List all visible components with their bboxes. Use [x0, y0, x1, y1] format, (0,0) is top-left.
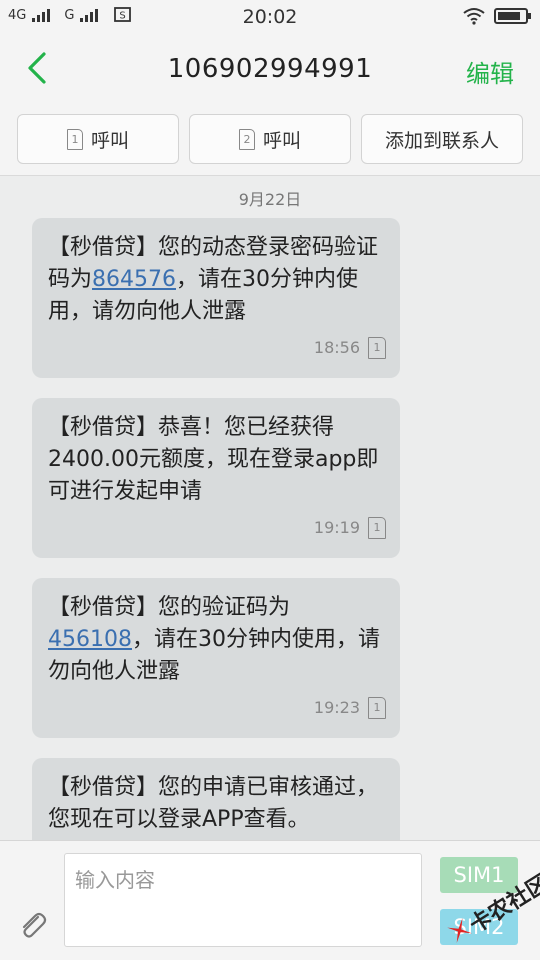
verification-code-link[interactable]: 456108 [48, 627, 132, 652]
message-bubble[interactable]: 【秒借贷】您的动态登录密码验证码为864576，请在30分钟内使用，请勿向他人泄… [32, 218, 400, 378]
message-text: 【秒借贷】您的验证码为456108，请在30分钟内使用，请勿向他人泄露 [48, 592, 386, 688]
message-bubble[interactable]: 【秒借贷】您的申请已审核通过，您现在可以登录APP查看。 [32, 758, 400, 840]
call-label: 呼叫 [262, 129, 301, 152]
sim1-icon: 1 [368, 697, 386, 719]
message-time: 18:56 [313, 338, 360, 357]
status-right [462, 7, 531, 25]
sim2-icon: 2 [238, 128, 255, 150]
message-meta: 19:19 1 [314, 512, 386, 544]
conversation-header: 106902994991 编辑 [0, 34, 540, 104]
add-to-contacts-button[interactable]: 添加到联系人 [361, 114, 523, 164]
message-time: 19:23 [313, 698, 360, 717]
message-meta: 19:23 1 [314, 692, 386, 724]
action-bar: 1 呼叫 2 呼叫 添加到联系人 [0, 104, 540, 176]
call-sim1-button[interactable]: 1 呼叫 [17, 114, 179, 164]
message-meta: 18:56 1 [314, 332, 386, 364]
add-contact-label: 添加到联系人 [384, 129, 499, 152]
message-bubble[interactable]: 【秒借贷】您的验证码为456108，请在30分钟内使用，请勿向他人泄露 19:2… [32, 578, 400, 738]
wifi-icon [463, 8, 485, 25]
sim1-icon: 1 [368, 517, 386, 539]
date-separator: 9月22日 [238, 190, 302, 209]
message-input[interactable]: 输入内容 [64, 853, 422, 947]
message-time: 19:19 [313, 518, 360, 537]
clock: 20:02 [242, 6, 298, 28]
message-bubble[interactable]: 【秒借贷】恭喜！您已经获得2400.00元额度，现在登录app即可进行发起申请 … [32, 398, 400, 558]
battery-icon [494, 8, 531, 24]
call-label: 呼叫 [90, 129, 129, 152]
call-sim2-button[interactable]: 2 呼叫 [189, 114, 351, 164]
paperclip-icon[interactable] [16, 909, 50, 943]
sim1-icon: 1 [66, 128, 83, 150]
sim1-icon: 1 [368, 337, 386, 359]
status-bar: 4G G S 20:02 [0, 0, 540, 34]
message-text-part: 【秒借贷】您的验证码为 [48, 595, 291, 620]
message-text: 【秒借贷】您的动态登录密码验证码为864576，请在30分钟内使用，请勿向他人泄… [48, 232, 386, 328]
contact-number: 106902994991 [167, 54, 373, 84]
message-text: 【秒借贷】恭喜！您已经获得2400.00元额度，现在登录app即可进行发起申请 [48, 415, 379, 504]
edit-button[interactable]: 编辑 [466, 54, 514, 89]
verification-code-link[interactable]: 864576 [92, 267, 176, 292]
message-list[interactable]: 9月22日 【秒借贷】您的动态登录密码验证码为864576，请在30分钟内使用，… [0, 176, 540, 840]
message-text: 【秒借贷】您的申请已审核通过，您现在可以登录APP查看。 [48, 775, 379, 832]
